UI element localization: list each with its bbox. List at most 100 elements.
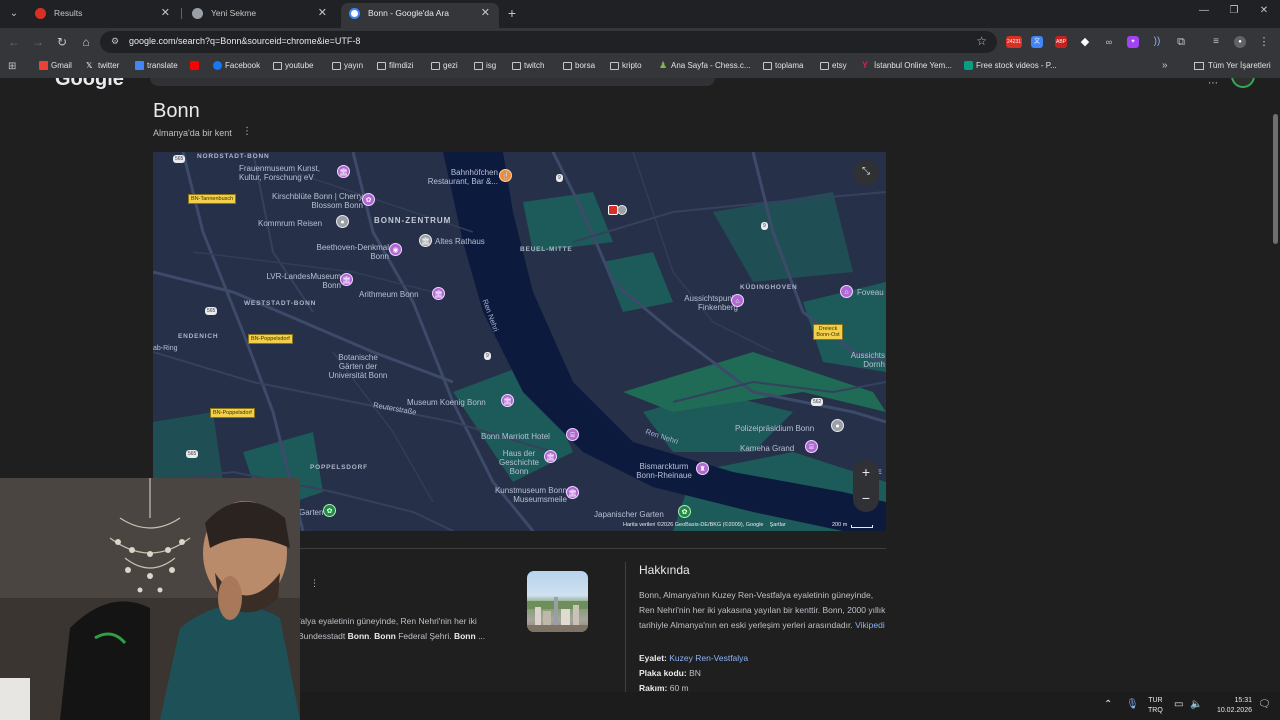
search-box[interactable] <box>150 78 715 86</box>
map-place-label[interactable]: Bismarckturm Bonn-Rheinaue <box>629 462 699 480</box>
map-place-label[interactable]: Bonn Marriott Hotel <box>481 432 550 441</box>
map-place-label[interactable]: Garten <box>299 508 323 517</box>
show-hidden-icons-icon[interactable]: ⌃ <box>1104 699 1112 710</box>
bookmark-free-stock-videos[interactable]: Free stock videos - P... <box>964 61 1057 70</box>
bonn-city-thumbnail[interactable] <box>527 571 588 632</box>
translate-extension-icon[interactable]: 文 <box>1031 36 1043 48</box>
restore-icon[interactable]: ❐ <box>1224 5 1244 16</box>
bookmark-folder-yayin[interactable]: yayın <box>332 61 363 70</box>
apps-grid-icon[interactable]: ⊞ <box>8 61 16 72</box>
bookmark-translate[interactable]: translate <box>135 61 178 70</box>
extensions-puzzle-icon[interactable]: ⧉ <box>1175 36 1187 48</box>
tab-new-tab[interactable]: Yeni Sekme ✕ <box>184 3 336 28</box>
map-place-label[interactable]: Foveau <box>857 288 884 297</box>
account-avatar[interactable] <box>1231 78 1255 88</box>
forward-icon[interactable]: → <box>30 34 46 50</box>
museum-pin-icon[interactable]: 🏛 <box>566 486 579 499</box>
network-icon[interactable]: ▭ <box>1174 699 1183 710</box>
glasses-extension-icon[interactable]: ∞ <box>1103 36 1115 48</box>
hotel-pin-icon[interactable]: ⌸ <box>566 428 579 441</box>
extension-badge-icon[interactable]: 24231 <box>1006 36 1022 48</box>
map-place-label[interactable]: Arithmeum Bonn <box>359 290 419 299</box>
bookmark-folder-isg[interactable]: isg <box>474 61 496 70</box>
map-place-label[interactable]: Kommrum Reisen <box>258 219 322 228</box>
map-place-label[interactable]: Polizeipräsidium Bonn <box>735 424 814 433</box>
bookmark-folder-youtube[interactable]: youtube <box>273 61 313 70</box>
collapse-map-icon[interactable]: ⤡ <box>853 160 879 186</box>
close-tab-icon[interactable]: ✕ <box>481 3 490 24</box>
map-place-label[interactable]: LVR-LandesMuseum Bonn <box>251 272 341 290</box>
map-place-label[interactable]: Aussichts Dornh <box>845 351 885 369</box>
bookmark-twitter[interactable]: 𝕏twitter <box>86 61 119 70</box>
wikipedia-link[interactable]: Vikipedi <box>855 620 885 630</box>
map-place-label[interactable]: Haus der Geschichte Bonn <box>493 449 545 476</box>
bookmark-folder-filmdizi[interactable]: filmdizi <box>377 61 413 70</box>
tab-bonn-search[interactable]: Bonn - Google'da Ara ✕ <box>341 3 499 28</box>
browser-menu-icon[interactable]: ⋮ <box>1258 36 1270 48</box>
map-place-label[interactable]: Altes Rathaus <box>435 237 485 246</box>
police-pin-icon[interactable]: ● <box>831 419 844 432</box>
business-pin-icon[interactable]: ● <box>336 215 349 228</box>
hotel-pin-icon[interactable]: ⌸ <box>805 440 818 453</box>
transit-icon[interactable] <box>617 205 627 215</box>
bookmark-folder-kripto[interactable]: kripto <box>610 61 642 70</box>
map-place-label[interactable]: Aussichtspunkt Finkenberg <box>663 294 738 312</box>
map-place-label[interactable]: Kameha Grand <box>740 444 794 453</box>
restaurant-pin-icon[interactable]: 🍴 <box>499 169 512 182</box>
map-place-label[interactable]: Frauenmuseum Kunst, Kultur, Forschung eV <box>239 164 339 182</box>
fact-value-link[interactable]: Kuzey Ren-Vestfalya <box>669 653 748 663</box>
map-place-label[interactable]: Japanischer Garten <box>594 510 664 519</box>
media-control-icon[interactable]: ≡ <box>1210 36 1222 48</box>
museum-pin-icon[interactable]: 🏛 <box>544 450 557 463</box>
purple-extension-icon[interactable]: ✦ <box>1127 36 1139 48</box>
url-text[interactable]: google.com/search?q=Bonn&sourceid=chrome… <box>129 36 360 46</box>
profile-avatar[interactable]: ● <box>1234 36 1246 48</box>
more-bookmarks-icon[interactable]: » <box>1162 60 1168 71</box>
zoom-in-button[interactable]: + <box>853 460 879 486</box>
scrollbar-thumb[interactable] <box>1273 114 1278 244</box>
all-bookmarks-folder[interactable]: Tüm Yer İşaretleri <box>1194 61 1271 70</box>
map-place-label[interactable]: Kunstmuseum Bonn Museumsmeile <box>479 486 567 504</box>
taskbar-clock[interactable]: 15:31 10.02.2026 <box>1208 696 1252 716</box>
tower-pin-icon[interactable]: ♜ <box>696 462 709 475</box>
museum-pin-icon[interactable]: 🏛 <box>337 165 350 178</box>
diamond-extension-icon[interactable]: ◆ <box>1079 36 1091 48</box>
map-panel[interactable]: NORDSTADT-BONN BONN-ZENTRUM BEUEL-MITTE … <box>153 152 886 531</box>
bookmark-folder-twitch[interactable]: twitch <box>512 61 544 70</box>
zoom-out-button[interactable]: − <box>853 486 879 512</box>
new-tab-button[interactable]: + <box>504 5 520 21</box>
map-place-label[interactable]: Museum Koenig Bonn <box>407 398 486 407</box>
bookmark-star-icon[interactable]: ☆ <box>976 34 987 48</box>
window-close-icon[interactable]: ✕ <box>1254 5 1274 16</box>
more-options-icon[interactable]: ⋮ <box>242 126 252 137</box>
garden-pin-icon[interactable]: ✿ <box>323 504 336 517</box>
bookmark-folder-borsa[interactable]: borsa <box>563 61 595 70</box>
address-bar[interactable]: ⚙ google.com/search?q=Bonn&sourceid=chro… <box>100 31 997 53</box>
tab-search-button[interactable]: ⌄ <box>5 5 23 23</box>
notifications-icon[interactable]: 🗨 <box>1258 699 1271 710</box>
input-language[interactable]: TUR TRQ <box>1148 696 1163 716</box>
bookmark-folder-toplama[interactable]: toplama <box>763 61 803 70</box>
close-tab-icon[interactable]: ✕ <box>161 3 170 24</box>
map-place-label[interactable]: Botanische Gärten der Universität Bonn <box>328 353 388 380</box>
map-terms-link[interactable]: Şartlar <box>770 522 786 528</box>
tab-results[interactable]: Results ✕ <box>27 3 179 28</box>
museum-pin-icon[interactable]: 🏛 <box>340 273 353 286</box>
garden-pin-icon[interactable]: ✿ <box>678 505 691 518</box>
map-place-label[interactable]: Bahnhöfchen Restaurant, Bar &... <box>418 168 498 186</box>
home-icon[interactable]: ⌂ <box>78 34 94 50</box>
bookmark-facebook[interactable]: Facebook <box>213 61 260 70</box>
bookmark-chess[interactable]: ♟ Ana Sayfa - Chess.c... <box>659 61 751 71</box>
viewpoint-pin-icon[interactable]: ⌂ <box>731 294 744 307</box>
result-options-icon[interactable]: ⋮ <box>310 578 319 589</box>
attraction-pin-icon[interactable]: ⌂ <box>840 285 853 298</box>
bookmark-folder-etsy[interactable]: etsy <box>820 61 847 70</box>
map-place-label[interactable]: Kirschblüte Bonn | Cherry Blossom Bonn <box>268 192 363 210</box>
museum-pin-icon[interactable]: 🏛 <box>501 394 514 407</box>
landmark-pin-icon[interactable]: 🏛 <box>419 234 432 247</box>
microphone-icon[interactable]: 🎙 <box>1126 699 1139 710</box>
adblock-extension-icon[interactable]: ABP <box>1055 36 1067 48</box>
page-scrollbar[interactable] <box>1270 78 1280 692</box>
volume-icon[interactable]: 🔈 <box>1190 699 1202 710</box>
bookmark-gmail[interactable]: Gmail <box>39 61 72 70</box>
